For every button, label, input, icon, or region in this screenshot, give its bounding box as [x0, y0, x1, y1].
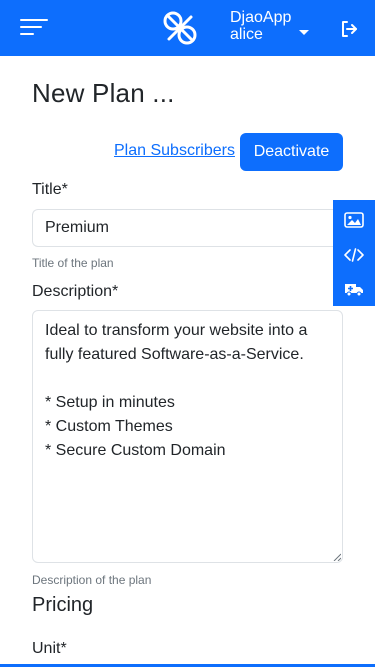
unit-label: Unit*: [32, 640, 67, 657]
pricing-heading: Pricing: [32, 594, 94, 616]
resize-handle-icon[interactable]: [333, 553, 341, 561]
chevron-down-icon[interactable]: [299, 30, 309, 35]
app-logo-icon[interactable]: [160, 8, 200, 48]
account-menu[interactable]: DjaoApp alice: [230, 9, 291, 43]
logout-icon[interactable]: [340, 20, 358, 38]
title-help-text: Title of the plan: [32, 256, 114, 270]
menu-icon[interactable]: [20, 19, 48, 37]
image-icon[interactable]: [333, 203, 375, 237]
plan-subscribers-link[interactable]: Plan Subscribers: [114, 142, 235, 160]
description-help-text: Description of the plan: [32, 573, 152, 587]
code-icon[interactable]: [333, 238, 375, 272]
editor-side-toolbar: [333, 200, 375, 306]
description-field[interactable]: Ideal to transform your website into a f…: [32, 310, 343, 563]
deactivate-button[interactable]: Deactivate: [240, 133, 343, 171]
description-label: Description*: [32, 283, 119, 300]
title-field[interactable]: Premium: [32, 209, 352, 247]
top-navbar: DjaoApp alice: [0, 0, 375, 56]
ambulance-icon[interactable]: [333, 272, 375, 306]
user-name: alice: [230, 26, 263, 43]
page-title: New Plan ...: [32, 78, 175, 108]
app-name: DjaoApp: [230, 9, 292, 26]
title-label: Title*: [32, 181, 68, 198]
